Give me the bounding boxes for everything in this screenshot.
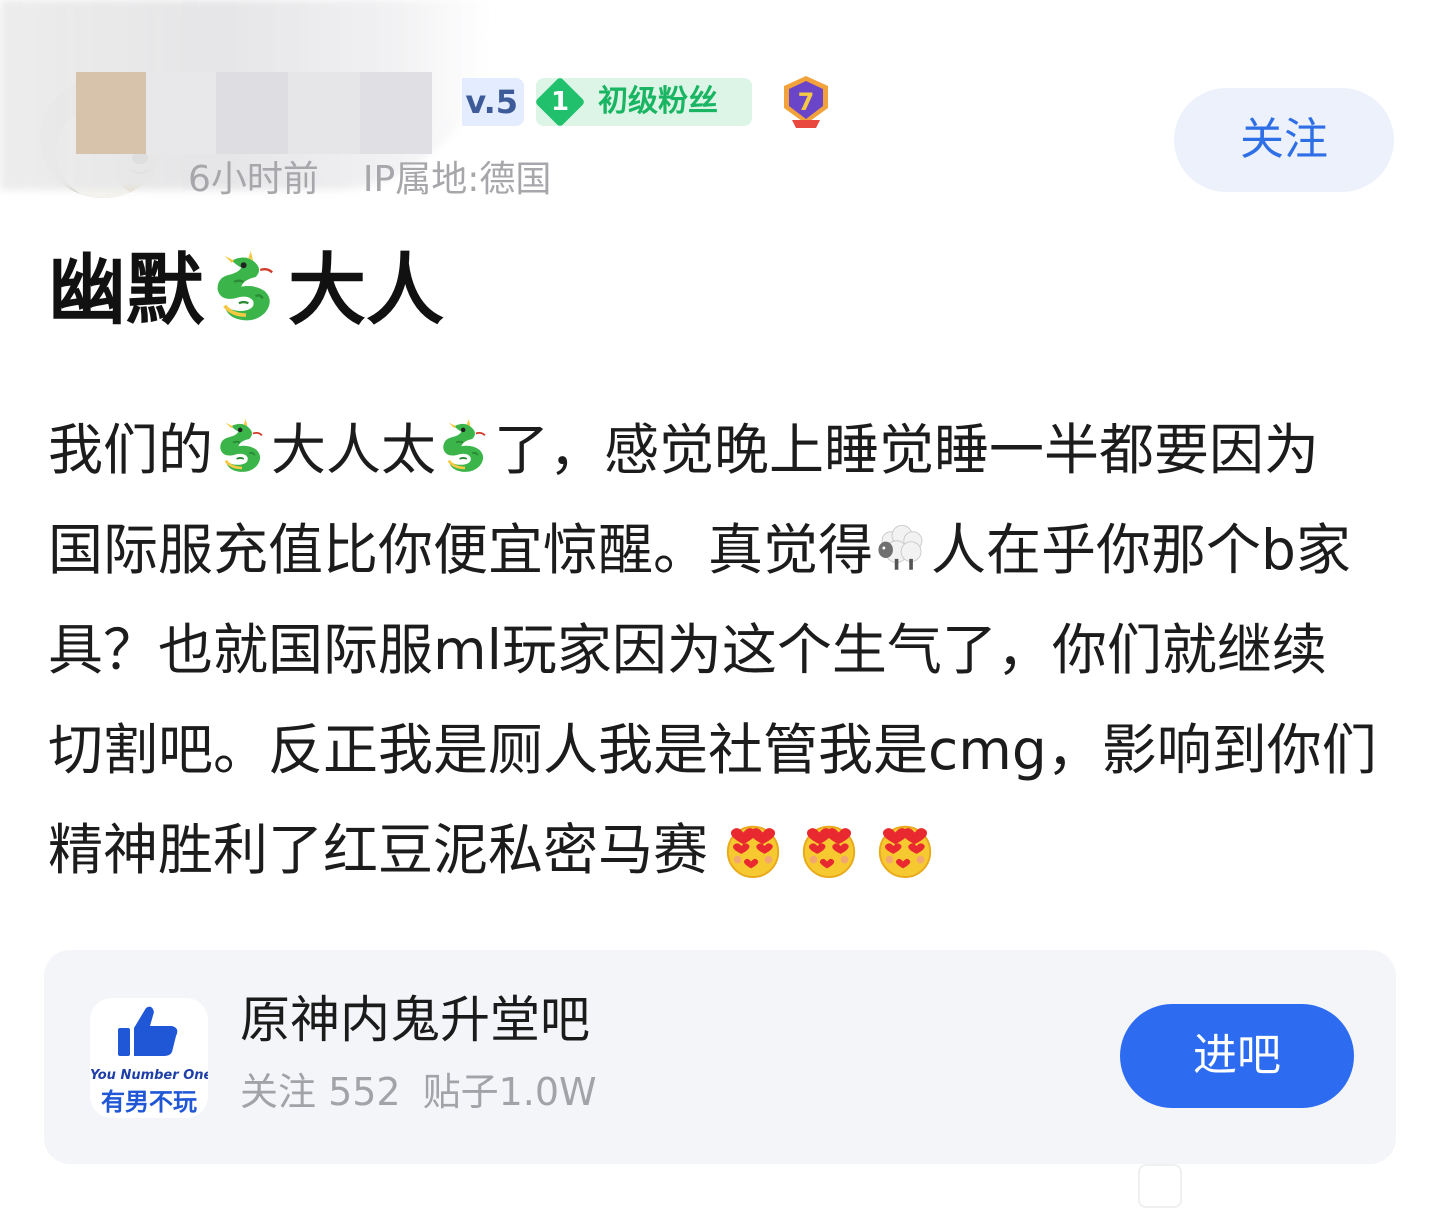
post-time: 6小时前 — [188, 159, 319, 200]
forum-stats: 关注 552 贴子1.0W — [240, 1066, 597, 1118]
body-text: 我们的 — [48, 418, 214, 482]
heart-eyes-kiss-emoji-icon — [798, 817, 860, 879]
body-text: 大人太 — [271, 418, 437, 482]
post-body: 我们的 大人太 了，感觉晚上睡觉睡一半都要因为 国际服充值比你便宜惊醒。真觉得 人在乎… — [48, 400, 1400, 900]
dragon-emoji-icon — [436, 417, 494, 479]
body-line: 国际服充值比你便宜惊醒。真觉得 人在乎你那个b家 — [48, 500, 1400, 600]
forum-posts: 贴子1.0W — [422, 1070, 597, 1114]
body-text: 人在乎你那个b家 — [931, 518, 1351, 582]
title-text: 幽默 — [48, 246, 205, 336]
watermark-icon — [1138, 1164, 1182, 1208]
ip-location: IP属地:德国 — [362, 159, 552, 200]
fan-level-number: 1 — [550, 87, 570, 117]
forum-logo-text-en: You Number One — [90, 1068, 208, 1083]
thumbs-up-icon — [118, 1006, 178, 1056]
follow-button[interactable]: 关注 — [1174, 88, 1394, 192]
post-header: v.5 1 初级粉丝 7 6小时前 IP属地:德国 关注 — [0, 0, 1440, 220]
user-level-badge: v.5 — [462, 78, 524, 126]
mosaic-tile — [76, 72, 146, 154]
heart-eyes-kiss-emoji-icon — [722, 817, 784, 879]
title-text: 大人 — [288, 246, 445, 336]
forum-logo: You Number One 有男不玩 — [90, 998, 208, 1118]
fan-level-label: 初级粉丝 — [598, 84, 718, 119]
post-meta: 6小时前 IP属地:德国 — [188, 152, 551, 208]
body-line: 我们的 大人太 了，感觉晚上睡觉睡一半都要因为 — [48, 400, 1400, 500]
mosaic-tile — [146, 72, 216, 154]
forum-followers: 关注 552 — [240, 1070, 401, 1114]
medal-icon[interactable]: 7 — [778, 74, 834, 130]
heart-eyes-kiss-emoji-icon — [874, 817, 936, 879]
dragon-emoji-icon — [213, 417, 271, 479]
medal-shape: 7 — [784, 76, 828, 128]
mosaic-tile — [216, 72, 288, 154]
fan-level-badge[interactable]: 1 初级粉丝 — [534, 76, 752, 128]
forum-name: 原神内鬼升堂吧 — [240, 991, 590, 1049]
body-text: 了，感觉晚上睡觉睡一半都要因为 — [494, 418, 1320, 482]
sheep-emoji-icon — [873, 517, 931, 579]
body-text: 国际服充值比你便宜惊醒。真觉得 — [48, 518, 874, 582]
dragon-emoji-icon — [208, 249, 284, 329]
body-line: 具？也就国际服ml玩家因为这个生气了，你们就继续 — [48, 618, 1327, 682]
mosaic-tile — [288, 72, 360, 154]
forum-logo-text-cn: 有男不玩 — [101, 1088, 197, 1116]
mosaic-tile — [360, 72, 432, 154]
body-text: 精神胜利了红豆泥私密马赛 — [48, 818, 709, 882]
body-line: 切割吧。反正我是厕人我是社管我是cmg，影响到你们 — [48, 718, 1377, 782]
body-line: 精神胜利了红豆泥私密马赛 — [48, 800, 1400, 900]
forum-card[interactable]: You Number One 有男不玩 原神内鬼升堂吧 关注 552 贴子1.0W… — [44, 950, 1396, 1164]
enter-forum-button[interactable]: 进吧 — [1120, 1004, 1354, 1108]
post-title: 幽默 大人 — [48, 246, 444, 336]
medal-number: 7 — [798, 88, 815, 116]
